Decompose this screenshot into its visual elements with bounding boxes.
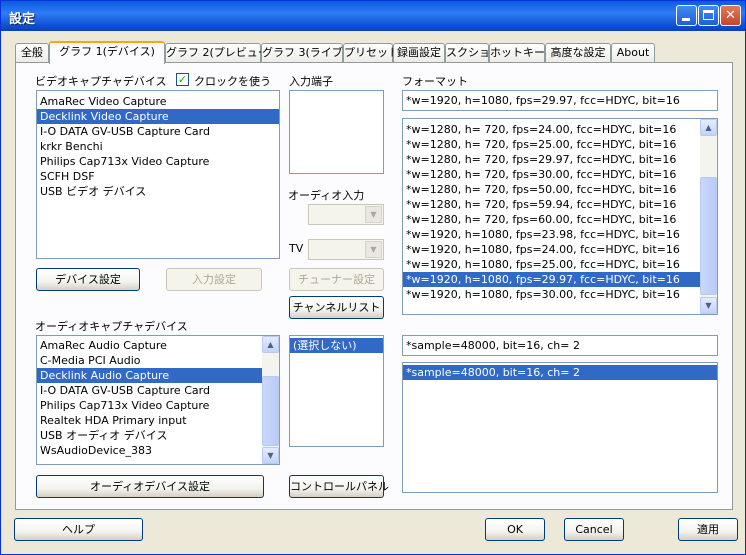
list-item[interactable]: Realtek HDA Primary input bbox=[37, 413, 279, 428]
minimize-button[interactable] bbox=[676, 5, 697, 26]
cancel-button[interactable]: Cancel bbox=[564, 518, 624, 541]
list-item[interactable]: USB オーディオ デバイス bbox=[37, 428, 279, 443]
scroll-thumb[interactable] bbox=[700, 177, 717, 295]
tv-select[interactable]: ▼ bbox=[308, 239, 384, 260]
list-item-selected[interactable]: *sample=48000, bit=16, ch= 2 bbox=[403, 365, 717, 380]
tv-label: TV bbox=[289, 242, 304, 255]
close-icon: ✕ bbox=[725, 8, 736, 23]
audio-device-scrollbar[interactable]: ▲ ▼ bbox=[262, 336, 279, 464]
title-bar[interactable]: 設定 ✕ bbox=[1, 1, 745, 31]
list-item[interactable]: *w=1920, h=1080, fps=25.00, fcc=HDYC, bi… bbox=[403, 257, 717, 272]
ok-button[interactable]: OK bbox=[485, 518, 545, 541]
list-item-selected[interactable]: Decklink Video Capture bbox=[37, 109, 279, 124]
list-item[interactable]: SCFH DSF bbox=[37, 169, 279, 184]
video-device-list[interactable]: AmaRec Video Capture Decklink Video Capt… bbox=[36, 90, 280, 259]
tab-graph3-live[interactable]: グラフ 3(ライブ) bbox=[261, 43, 347, 63]
scroll-up-icon[interactable]: ▲ bbox=[700, 119, 717, 136]
scroll-down-icon[interactable]: ▼ bbox=[700, 297, 717, 314]
scroll-down-icon[interactable]: ▼ bbox=[262, 447, 279, 464]
video-device-label: ビデオキャプチャデバイス bbox=[35, 75, 167, 88]
format-label: フォーマット bbox=[402, 75, 468, 88]
tab-panel: ビデオキャプチャデバイス ✓ クロックを使う AmaRec Video Capt… bbox=[15, 62, 733, 510]
dropdown-arrow-icon: ▼ bbox=[365, 206, 382, 223]
window-title: 設定 bbox=[9, 12, 36, 27]
close-button[interactable]: ✕ bbox=[720, 5, 741, 26]
audio-input-select[interactable]: ▼ bbox=[308, 204, 384, 225]
input-terminal-list[interactable] bbox=[289, 90, 384, 174]
list-item[interactable]: Philips Cap713x Video Capture bbox=[37, 154, 279, 169]
list-item[interactable]: C-Media PCI Audio bbox=[37, 353, 279, 368]
audio-pin-list[interactable]: (選択しない) bbox=[289, 335, 384, 447]
tab-recording[interactable]: 録画設定 bbox=[393, 43, 445, 63]
tab-presets[interactable]: プリセット bbox=[343, 43, 399, 63]
format-current-field[interactable]: *w=1920, h=1080, fps=29.97, fcc=HDYC, bi… bbox=[402, 90, 718, 111]
list-item[interactable]: *w=1920, h=1080, fps=30.00, fcc=HDYC, bi… bbox=[403, 287, 717, 302]
list-item[interactable]: AmaRec Video Capture bbox=[37, 94, 279, 109]
maximize-button[interactable] bbox=[698, 5, 719, 26]
input-terminal-label: 入力端子 bbox=[289, 75, 333, 88]
apply-button[interactable]: 適用 bbox=[678, 518, 738, 541]
list-item-selected[interactable]: Decklink Audio Capture bbox=[37, 368, 262, 383]
list-item-selected[interactable]: (選択しない) bbox=[290, 338, 383, 353]
tab-graph1-device[interactable]: グラフ 1(デバイス) bbox=[49, 41, 165, 64]
tab-screenshot[interactable]: スクショ bbox=[445, 43, 490, 63]
scroll-up-icon[interactable]: ▲ bbox=[262, 336, 279, 353]
list-item[interactable]: I-O DATA GV-USB Capture Card bbox=[37, 383, 279, 398]
tab-general[interactable]: 全般 bbox=[15, 43, 49, 63]
list-item[interactable]: Philips Cap713x Video Capture bbox=[37, 398, 279, 413]
list-item[interactable]: WsAudioDevice_383 bbox=[37, 443, 279, 458]
use-clock-label: クロックを使う bbox=[194, 75, 271, 88]
list-item[interactable]: *w=1920, h=1080, fps=23.98, fcc=HDYC, bi… bbox=[403, 227, 717, 242]
minimize-icon bbox=[682, 18, 690, 21]
tab-graph2-preview[interactable]: グラフ 2(プレビュー) bbox=[165, 43, 273, 63]
tab-advanced[interactable]: 高度な設定 bbox=[545, 43, 611, 63]
audio-device-settings-button[interactable]: オーディオデバイス設定 bbox=[36, 475, 264, 498]
list-item[interactable]: *w=1280, h= 720, fps=50.00, fcc=HDYC, bi… bbox=[403, 182, 717, 197]
audio-device-list[interactable]: AmaRec Audio Capture C-Media PCI Audio D… bbox=[36, 335, 280, 465]
dropdown-arrow-icon: ▼ bbox=[365, 241, 382, 258]
list-item-selected[interactable]: *w=1920, h=1080, fps=29.97, fcc=HDYC, bi… bbox=[403, 272, 700, 287]
list-item[interactable]: krkr Benchi bbox=[37, 139, 279, 154]
audio-device-label: オーディオキャプチャデバイス bbox=[35, 320, 188, 333]
list-item[interactable]: *w=1920, h=1080, fps=24.00, fcc=HDYC, bi… bbox=[403, 242, 717, 257]
tab-about[interactable]: About bbox=[611, 43, 655, 63]
audio-format-current-field[interactable]: *sample=48000, bit=16, ch= 2 bbox=[402, 335, 718, 356]
help-button[interactable]: ヘルプ bbox=[14, 518, 143, 541]
maximize-icon bbox=[703, 10, 714, 20]
list-item[interactable]: *w=1280, h= 720, fps=59.94, fcc=HDYC, bi… bbox=[403, 197, 717, 212]
use-clock-checkbox[interactable]: ✓ bbox=[176, 73, 189, 86]
format-list[interactable]: *w=1280, h= 720, fps=24.00, fcc=HDYC, bi… bbox=[402, 118, 718, 315]
format-scrollbar[interactable]: ▲ ▼ bbox=[700, 119, 717, 314]
list-item[interactable]: *w=1280, h= 720, fps=24.00, fcc=HDYC, bi… bbox=[403, 122, 717, 137]
list-item[interactable]: *w=1280, h= 720, fps=30.00, fcc=HDYC, bi… bbox=[403, 167, 717, 182]
tuner-settings-button[interactable]: チューナー設定 bbox=[289, 268, 384, 291]
list-item[interactable]: AmaRec Audio Capture bbox=[37, 338, 279, 353]
input-settings-button[interactable]: 入力設定 bbox=[166, 268, 262, 291]
settings-window: 設定 ✕ 全般 グラフ 1(デバイス) グラフ 2(プレビュー) グラフ 3(ラ… bbox=[0, 0, 746, 555]
list-item[interactable]: USB ビデオ デバイス bbox=[37, 184, 279, 199]
checkmark-icon: ✓ bbox=[177, 73, 188, 86]
audio-format-list[interactable]: *sample=48000, bit=16, ch= 2 bbox=[402, 362, 718, 493]
scroll-thumb[interactable] bbox=[262, 376, 279, 446]
control-panel-button[interactable]: コントロールパネル bbox=[289, 475, 389, 498]
list-item[interactable]: *w=1280, h= 720, fps=29.97, fcc=HDYC, bi… bbox=[403, 152, 717, 167]
device-settings-button[interactable]: デバイス設定 bbox=[36, 268, 140, 291]
list-item[interactable]: I-O DATA GV-USB Capture Card bbox=[37, 124, 279, 139]
list-item[interactable]: *w=1280, h= 720, fps=25.00, fcc=HDYC, bi… bbox=[403, 137, 717, 152]
channel-list-button[interactable]: チャンネルリスト bbox=[289, 296, 384, 319]
audio-input-label: オーディオ入力 bbox=[288, 189, 365, 202]
list-item[interactable]: *w=1280, h= 720, fps=60.00, fcc=HDYC, bi… bbox=[403, 212, 717, 227]
tab-hotkeys[interactable]: ホットキー bbox=[489, 43, 545, 63]
